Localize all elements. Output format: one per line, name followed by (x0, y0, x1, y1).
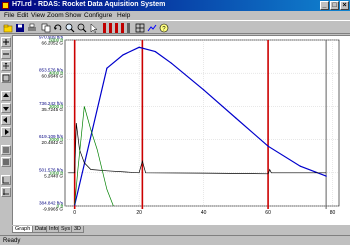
series-point (106, 67, 108, 69)
end-marker-icon[interactable] (127, 23, 130, 33)
series-point (235, 117, 237, 119)
left-toolstrip (0, 35, 12, 225)
menu-bar: File Edit View Zoom Show Configure Help (0, 11, 350, 20)
event-marker-icon[interactable] (115, 23, 118, 33)
x-tick-label: 20 (136, 210, 142, 216)
expand-icon[interactable] (1, 61, 11, 71)
series-point (267, 145, 269, 147)
series-point (154, 51, 156, 53)
status-text: Ready (3, 238, 21, 244)
series-point (299, 165, 301, 167)
y-tick-label: 3000 ft (49, 104, 64, 109)
event-marker-icon[interactable] (121, 23, 124, 33)
menu-zoom[interactable]: Zoom (47, 12, 64, 19)
help-icon[interactable]: ? (159, 23, 169, 33)
y-tick-label: 0 ft (57, 204, 64, 209)
chart-icon[interactable] (147, 23, 157, 33)
y-tick-label: 5000 ft (49, 38, 64, 43)
print-icon[interactable] (27, 23, 37, 33)
toolbar: ? (0, 20, 350, 34)
series-point (122, 54, 124, 56)
pointer-icon[interactable] (89, 23, 99, 33)
window-title: H7I.rd - RDAS: Rocket Data Aquisition Sy… (12, 1, 166, 8)
zoom-icon[interactable] (65, 23, 75, 33)
x-tick-label: 0 (73, 210, 76, 216)
arrow-up-icon[interactable] (1, 91, 11, 101)
status-bar: Ready (0, 235, 350, 245)
x-tick-label: 60 (265, 210, 271, 216)
grid-dense-icon[interactable] (1, 157, 11, 167)
series-point (325, 175, 327, 177)
series-point (170, 62, 172, 64)
grid-lines-icon[interactable] (1, 145, 11, 155)
minimize-button[interactable]: _ (320, 1, 329, 10)
tab-strip: Graph Data Info Sys 3D (0, 226, 350, 234)
menu-help[interactable]: Help (117, 12, 130, 19)
undo-icon[interactable] (53, 23, 63, 33)
x-tick-label: 80 (330, 210, 336, 216)
open-icon[interactable] (3, 23, 13, 33)
event-marker-icon[interactable] (103, 23, 106, 33)
series-point (74, 204, 76, 206)
y-tick-label: 4000 ft (49, 71, 64, 76)
zoom-out-icon[interactable] (1, 49, 11, 59)
zoom-in-icon[interactable] (1, 37, 11, 47)
y-tick-label: 1000 ft (49, 170, 64, 175)
fit-icon[interactable] (1, 73, 11, 83)
arrow-left-icon[interactable] (1, 115, 11, 125)
tab-graph[interactable]: Graph (12, 226, 34, 233)
flight-chart[interactable]: 970.909 ft/s66.2052 G5000 ft853.576 ft/s… (13, 36, 350, 226)
series-point (203, 89, 205, 91)
axis-icon[interactable] (1, 175, 11, 185)
arrow-down-icon[interactable] (1, 103, 11, 113)
menu-show[interactable]: Show (65, 12, 81, 19)
title-bar: H7I.rd - RDAS: Rocket Data Aquisition Sy… (0, 0, 350, 11)
menu-file[interactable]: File (4, 12, 14, 19)
menu-configure[interactable]: Configure (84, 12, 112, 19)
menu-view[interactable]: View (31, 12, 45, 19)
save-icon[interactable] (15, 23, 25, 33)
plot-border (64, 39, 340, 207)
close-button[interactable]: × (340, 1, 349, 10)
arrow-right-icon[interactable] (1, 127, 11, 137)
menu-edit[interactable]: Edit (17, 12, 28, 19)
copy-icon[interactable] (41, 23, 51, 33)
app-icon[interactable] (2, 2, 9, 9)
grid-icon[interactable] (135, 23, 145, 33)
search-icon[interactable] (77, 23, 87, 33)
plot-area[interactable]: 970.909 ft/s 66.2052 G 5000 ft 853.576 ft/s… (12, 35, 350, 225)
axis-alt-icon[interactable] (1, 187, 11, 197)
y-tick-label: 2000 ft (49, 137, 64, 142)
x-tick-label: 40 (201, 210, 207, 216)
event-marker-icon[interactable] (109, 23, 112, 33)
series-point (138, 46, 140, 48)
maximize-button[interactable]: □ (330, 1, 339, 10)
tab-3d[interactable]: 3D (71, 226, 85, 233)
